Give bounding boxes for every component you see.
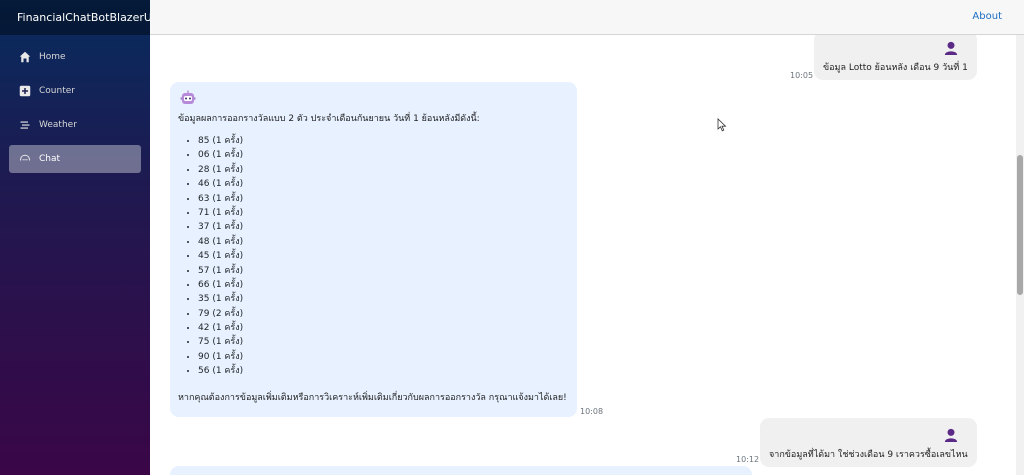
lotto-number-item: 42 (1 ครั้ง) (198, 321, 243, 335)
sidebar: FinancialChatBotBlazerUI Home Counter We… (0, 0, 155, 475)
lotto-number-item: 37 (1 ครั้ง) (198, 220, 243, 234)
chat-container[interactable]: ข้อมูล Lotto ย้อนหลัง เดือน 9 วันที่ 1 1… (150, 35, 1016, 475)
home-icon (18, 51, 31, 64)
sidebar-item-label: Chat (39, 154, 61, 164)
lotto-number-item: 46 (1 ครั้ง) (198, 177, 243, 191)
user-message: จากข้อมูลที่ได้มา ใช่ช่วงเดือน 9 เราควรซ… (760, 418, 977, 467)
user-avatar-icon (944, 428, 958, 445)
sidebar-item-chat[interactable]: Chat (9, 145, 141, 173)
sidebar-item-home[interactable]: Home (9, 43, 141, 71)
lotto-number-item: 90 (1 ครั้ง) (198, 350, 243, 364)
list-icon (18, 119, 31, 132)
user-message: ข้อมูล Lotto ย้อนหลัง เดือน 9 วันที่ 1 (814, 35, 977, 80)
lotto-number-item: 45 (1 ครั้ง) (198, 249, 243, 263)
user-avatar-icon (944, 41, 958, 58)
nav-menu: Home Counter Weather Chat (0, 35, 150, 173)
app-brand[interactable]: FinancialChatBotBlazerUI (0, 0, 155, 35)
message-time: 10:05 (790, 71, 814, 80)
lotto-number-item: 35 (1 ครั้ง) (198, 292, 243, 306)
lotto-number-item: 56 (1 ครั้ง) (198, 364, 243, 378)
lotto-number-item: 75 (1 ครั้ง) (198, 335, 243, 349)
bot-message (170, 466, 752, 475)
lotto-number-item: 66 (1 ครั้ง) (198, 278, 243, 292)
vertical-scrollbar[interactable] (1016, 35, 1024, 475)
lotto-number-item: 63 (1 ครั้ง) (198, 192, 243, 206)
message-time: 10:12 (736, 455, 760, 464)
bot-message: ข้อมูลผลการออกรางวัลแบบ 2 ตัว ประจำเดือน… (170, 82, 577, 417)
sidebar-item-label: Weather (39, 120, 77, 130)
scrollbar-thumb[interactable] (1017, 155, 1023, 295)
bot-avatar-icon (180, 90, 196, 109)
mouse-cursor-icon (717, 118, 727, 135)
message-text: ข้อมูล Lotto ย้อนหลัง เดือน 9 วันที่ 1 (823, 63, 968, 73)
sidebar-item-weather[interactable]: Weather (9, 111, 141, 139)
lotto-number-item: 28 (1 ครั้ง) (198, 163, 243, 177)
chat-icon (18, 153, 31, 166)
lotto-number-item: 48 (1 ครั้ง) (198, 235, 243, 249)
lotto-number-item: 57 (1 ครั้ง) (198, 264, 243, 278)
about-link[interactable]: About (972, 11, 1002, 22)
top-row: About (150, 0, 1024, 35)
lotto-number-item: 79 (2 ครั้ง) (198, 307, 243, 321)
bot-outro-text: หากคุณต้องการข้อมูลเพิ่มเติมหรือการวิเคร… (178, 393, 567, 403)
sidebar-item-counter[interactable]: Counter (9, 77, 141, 105)
message-text: จากข้อมูลที่ได้มา ใช่ช่วงเดือน 9 เราควรซ… (769, 450, 968, 460)
sidebar-item-label: Counter (39, 86, 75, 96)
lotto-number-item: 85 (1 ครั้ง) (198, 134, 243, 148)
lotto-number-list: 85 (1 ครั้ง)06 (1 ครั้ง)28 (1 ครั้ง)46 (… (198, 134, 243, 379)
bot-intro-text: ข้อมูลผลการออกรางวัลแบบ 2 ตัว ประจำเดือน… (178, 114, 480, 124)
lotto-number-item: 06 (1 ครั้ง) (198, 148, 243, 162)
plus-square-icon (18, 85, 31, 98)
lotto-number-item: 71 (1 ครั้ง) (198, 206, 243, 220)
sidebar-item-label: Home (39, 52, 66, 62)
message-time: 10:08 (580, 407, 604, 416)
